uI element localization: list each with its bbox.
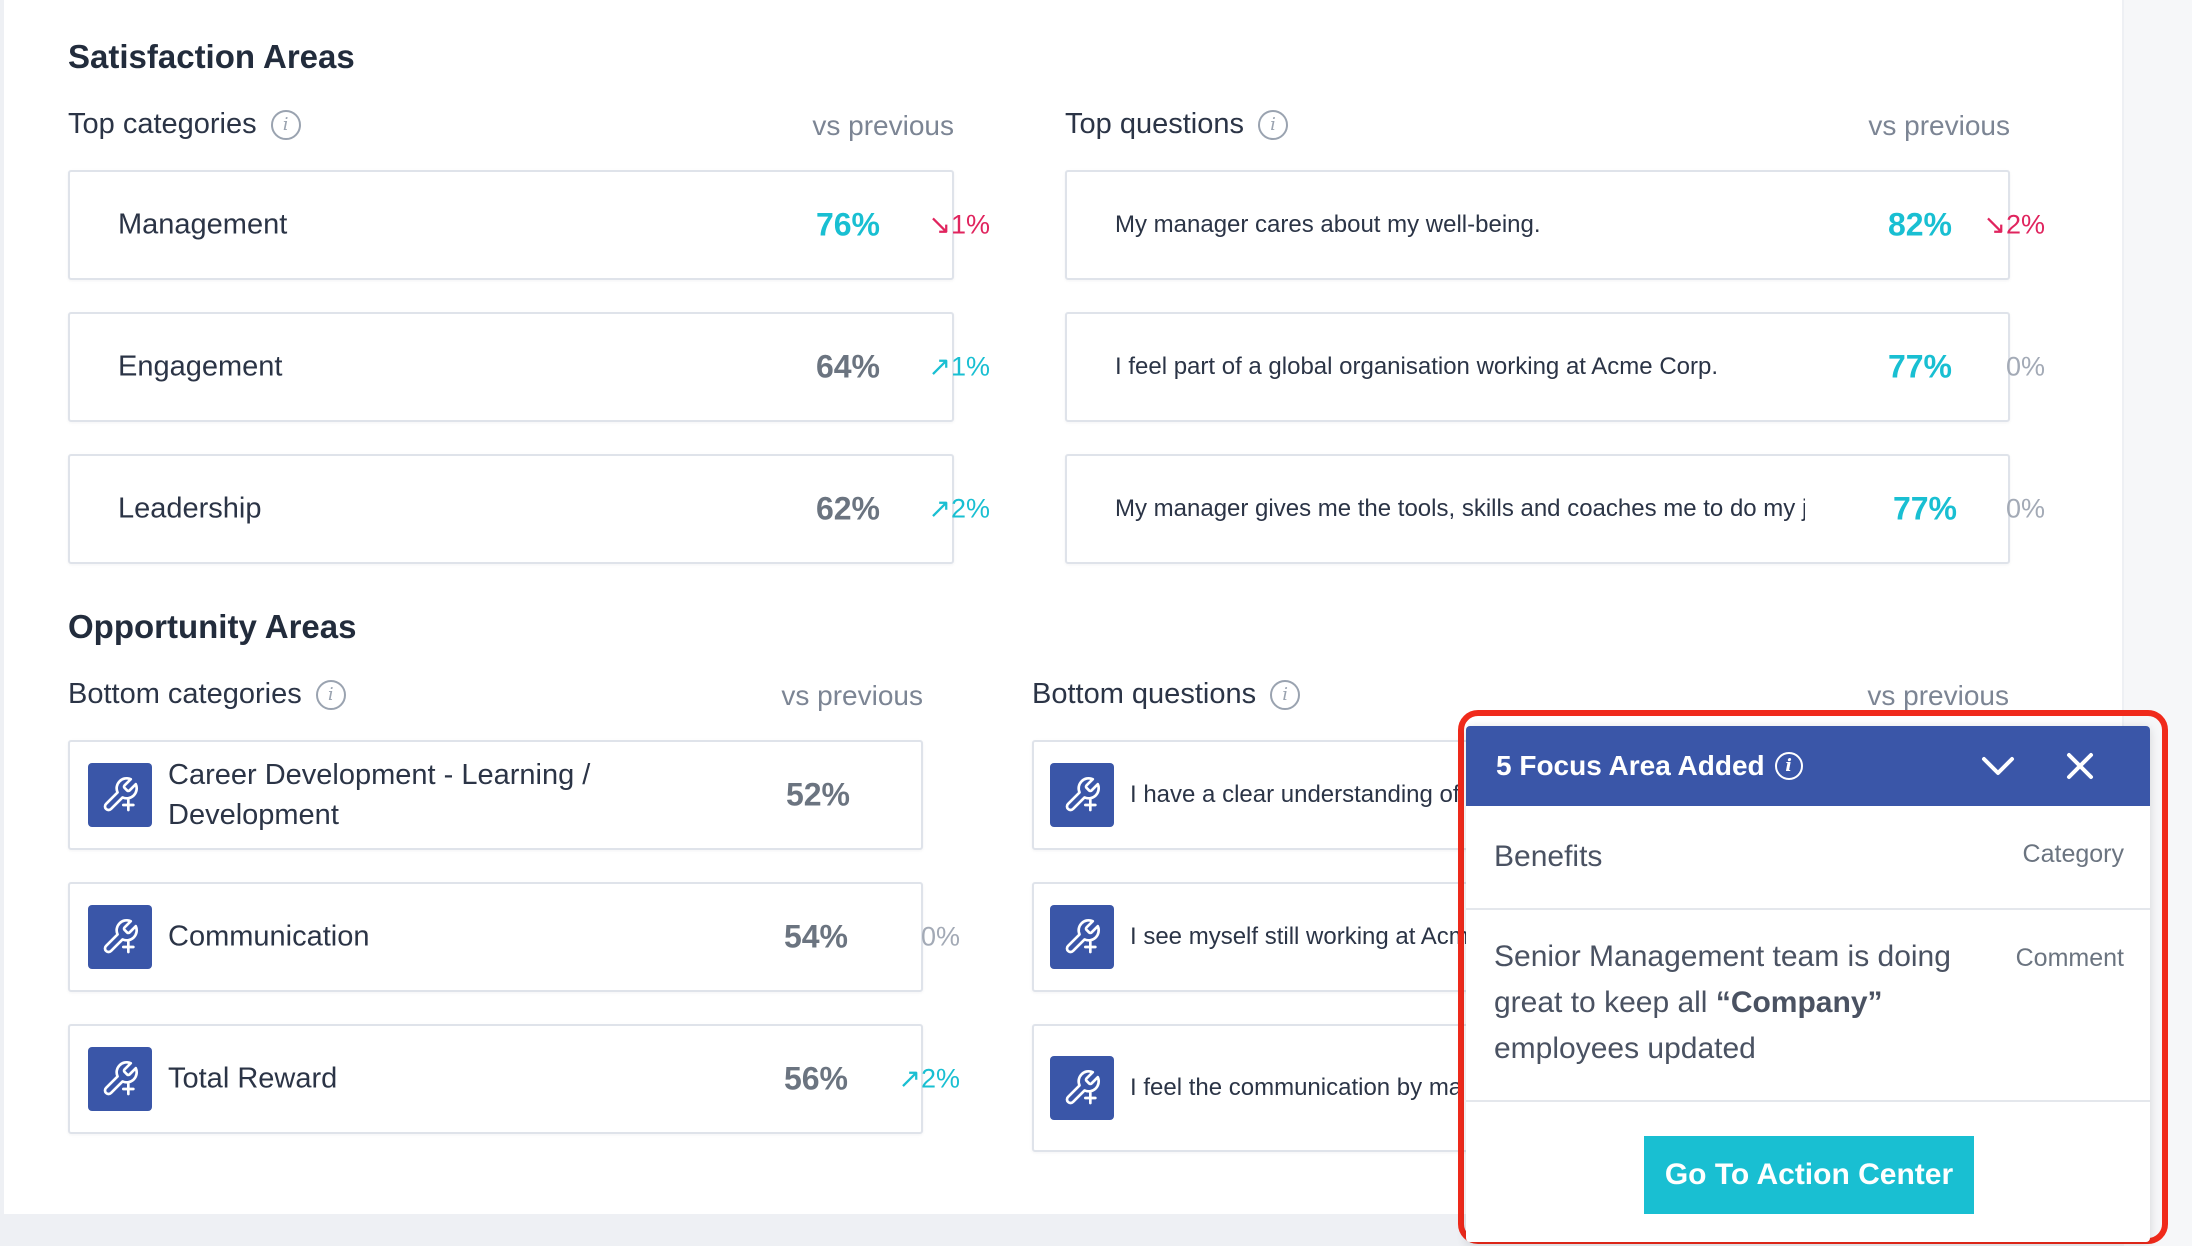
bottom-categories-heading: Bottom categories i — [68, 678, 346, 711]
info-icon[interactable]: i — [270, 109, 301, 140]
bottom-questions-label: Bottom questions — [1032, 678, 1257, 710]
category-score: 54% — [783, 918, 848, 955]
question-card[interactable]: My manager cares about my well-being. 82… — [1065, 170, 2045, 280]
popup-title: 5 Focus Area Added i — [1496, 750, 1803, 782]
wrench-plus-icon[interactable] — [88, 763, 152, 827]
info-icon[interactable]: i — [1257, 109, 1288, 140]
popup-title-text: 5 Focus Area Added — [1496, 750, 1765, 781]
category-score: 62% — [815, 490, 880, 527]
category-card-management[interactable]: Management 76% ↘1% — [68, 170, 990, 280]
category-delta: ↗2% — [928, 493, 990, 524]
top-categories-label: Top categories — [68, 108, 257, 140]
wrench-plus-icon[interactable] — [88, 905, 152, 969]
category-name: Career Development - Learning / Developm… — [168, 755, 590, 835]
question-text: I feel part of a global organisation wor… — [1115, 353, 1718, 380]
info-icon[interactable]: i — [315, 679, 346, 710]
category-score: 64% — [815, 348, 880, 385]
bottom-categories-label: Bottom categories — [68, 678, 302, 710]
focus-row-value: Benefits — [1494, 840, 1603, 873]
question-text: My manager gives me the tools, skills an… — [1115, 495, 1805, 522]
focus-row-kind: Comment — [2015, 944, 2124, 972]
category-name: Total Reward — [168, 1062, 338, 1095]
question-delta: 0% — [2005, 493, 2045, 524]
category-name: Communication — [168, 920, 370, 953]
satisfaction-areas-title: Satisfaction Areas — [68, 38, 355, 75]
top-questions-heading: Top questions i — [1065, 108, 1288, 141]
question-card[interactable]: I feel part of a global organisation wor… — [1065, 312, 2045, 422]
category-score: 76% — [815, 206, 880, 243]
focus-area-popup: 5 Focus Area Added i Benefits Category S… — [1466, 726, 2150, 1242]
category-card-communication[interactable]: Communication 54% 0% — [68, 882, 960, 992]
category-delta: ↘1% — [928, 209, 990, 240]
question-delta: 0% — [2005, 351, 2045, 382]
focus-row-category[interactable]: Benefits Category — [1466, 806, 2150, 910]
top-categories-heading: Top categories i — [68, 108, 301, 141]
chevron-down-icon[interactable] — [1978, 746, 2018, 786]
wrench-plus-icon[interactable] — [1050, 1056, 1114, 1120]
vs-previous-label: vs previous — [781, 680, 923, 711]
question-card[interactable]: My manager gives me the tools, skills an… — [1065, 454, 2045, 564]
focus-row-comment[interactable]: Senior Management team is doing great to… — [1466, 910, 2150, 1102]
category-card-total-reward[interactable]: Total Reward 56% ↗2% — [68, 1024, 960, 1134]
category-name: Engagement — [118, 350, 283, 383]
question-text: My manager cares about my well-being. — [1115, 211, 1541, 238]
opportunity-areas-title: Opportunity Areas — [68, 608, 357, 645]
category-card-career-development[interactable]: Career Development - Learning / Developm… — [68, 740, 923, 850]
top-questions-label: Top questions — [1065, 108, 1244, 140]
close-icon[interactable] — [2060, 746, 2100, 786]
go-to-action-center-button[interactable]: Go To Action Center — [1644, 1136, 1974, 1214]
comment-text-bold: “Company” — [1715, 986, 1883, 1019]
category-card-leadership[interactable]: Leadership 62% ↗2% — [68, 454, 990, 564]
vs-previous-label: vs previous — [1868, 110, 2010, 141]
wrench-plus-icon[interactable] — [88, 1047, 152, 1111]
question-delta: ↘2% — [1983, 209, 2045, 240]
category-name-line1: Career Development - Learning / — [168, 759, 591, 791]
wrench-plus-icon[interactable] — [1050, 905, 1114, 969]
info-icon[interactable]: i — [1270, 679, 1301, 710]
category-card-engagement[interactable]: Engagement 64% ↗1% — [68, 312, 990, 422]
category-name: Management — [118, 208, 288, 241]
comment-text-post: employees updated — [1494, 1032, 1756, 1065]
focus-row-kind: Category — [2022, 840, 2124, 868]
vs-previous-label: vs previous — [1867, 680, 2009, 711]
bottom-questions-heading: Bottom questions i — [1032, 678, 1301, 711]
category-delta: ↗2% — [898, 1063, 960, 1094]
info-icon[interactable]: i — [1774, 752, 1803, 780]
focus-row-value: Senior Management team is doing great to… — [1494, 934, 2014, 1072]
wrench-plus-icon[interactable] — [1050, 763, 1114, 827]
popup-header: 5 Focus Area Added i — [1466, 726, 2150, 806]
category-score: 52% — [785, 776, 850, 813]
vs-previous-label: vs previous — [812, 110, 954, 141]
category-delta: ↗1% — [928, 351, 990, 382]
category-name-line2: Development — [168, 799, 339, 831]
category-delta: 0% — [920, 921, 960, 952]
category-score: 56% — [783, 1060, 848, 1097]
category-name: Leadership — [118, 492, 262, 525]
